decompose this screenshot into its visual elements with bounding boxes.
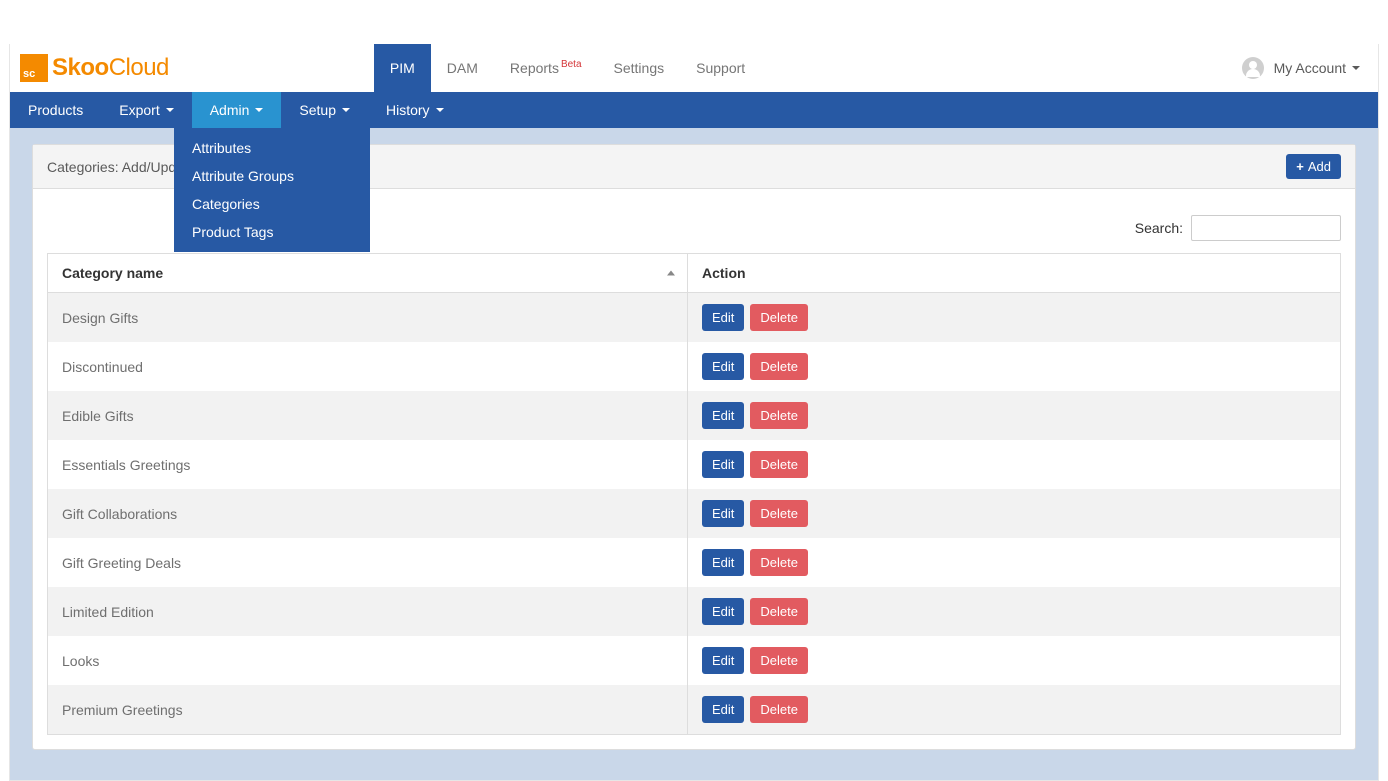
table-row: DiscontinuedEditDelete [48,342,1341,391]
table-row: Essentials GreetingsEditDelete [48,440,1341,489]
account-label: My Account [1274,60,1346,76]
subnav-products[interactable]: Products [10,92,101,128]
chevron-down-icon [436,108,444,112]
admin-menu-product-tags[interactable]: Product Tags [174,218,370,246]
edit-button[interactable]: Edit [702,696,744,723]
top-tab-pim[interactable]: PIM [374,44,431,92]
edit-button[interactable]: Edit [702,451,744,478]
col-action: Action [688,254,1341,293]
edit-button[interactable]: Edit [702,549,744,576]
delete-button[interactable]: Delete [750,304,808,331]
top-nav: sc SkooCloud PIMDAMReportsBetaSettingsSu… [10,44,1378,92]
brand-logo: sc [20,54,48,82]
delete-button[interactable]: Delete [750,647,808,674]
edit-button[interactable]: Edit [702,402,744,429]
subnav-admin[interactable]: Admin [192,92,282,128]
edit-button[interactable]: Edit [702,304,744,331]
chevron-down-icon [342,108,350,112]
beta-badge: Beta [561,59,582,70]
category-name-cell: Design Gifts [48,293,688,343]
action-cell: EditDelete [688,587,1341,636]
edit-button[interactable]: Edit [702,598,744,625]
chevron-down-icon [255,108,263,112]
col-category-name[interactable]: Category name [48,254,688,293]
delete-button[interactable]: Delete [750,402,808,429]
table-row: Limited EditionEditDelete [48,587,1341,636]
subnav-setup[interactable]: Setup [281,92,368,128]
category-name-cell: Gift Collaborations [48,489,688,538]
search-label: Search: [1135,220,1183,236]
edit-button[interactable]: Edit [702,353,744,380]
plus-icon: + [1296,159,1304,174]
action-cell: EditDelete [688,685,1341,735]
account-menu[interactable]: My Account [1242,44,1378,92]
category-name-cell: Discontinued [48,342,688,391]
top-tab-dam[interactable]: DAM [431,44,494,92]
brand[interactable]: sc SkooCloud [10,44,169,92]
table-row: Premium GreetingsEditDelete [48,685,1341,735]
delete-button[interactable]: Delete [750,500,808,527]
action-cell: EditDelete [688,440,1341,489]
add-button[interactable]: +Add [1286,154,1341,179]
admin-menu-attributes[interactable]: Attributes [174,134,370,162]
delete-button[interactable]: Delete [750,451,808,478]
category-name-cell: Looks [48,636,688,685]
action-cell: EditDelete [688,636,1341,685]
table-row: Gift Greeting DealsEditDelete [48,538,1341,587]
delete-button[interactable]: Delete [750,696,808,723]
avatar-icon [1242,57,1264,79]
category-name-cell: Premium Greetings [48,685,688,735]
subnav-export[interactable]: Export [101,92,191,128]
table-row: Edible GiftsEditDelete [48,391,1341,440]
table-row: Design GiftsEditDelete [48,293,1341,343]
category-name-cell: Gift Greeting Deals [48,538,688,587]
delete-button[interactable]: Delete [750,598,808,625]
brand-name: SkooCloud [52,54,169,82]
table-row: LooksEditDelete [48,636,1341,685]
search-input[interactable] [1191,215,1341,241]
action-cell: EditDelete [688,391,1341,440]
action-cell: EditDelete [688,489,1341,538]
top-tab-settings[interactable]: Settings [598,44,681,92]
category-name-cell: Essentials Greetings [48,440,688,489]
delete-button[interactable]: Delete [750,549,808,576]
top-tab-reports[interactable]: ReportsBeta [494,44,598,92]
category-name-cell: Edible Gifts [48,391,688,440]
admin-menu-attribute-groups[interactable]: Attribute Groups [174,162,370,190]
admin-menu-categories[interactable]: Categories [174,190,370,218]
sub-nav: ProductsExportAdminSetupHistory [10,92,1378,128]
edit-button[interactable]: Edit [702,500,744,527]
subnav-history[interactable]: History [368,92,462,128]
categories-table: Category name Action Design GiftsEditDel… [47,253,1341,735]
chevron-down-icon [1352,66,1360,70]
chevron-down-icon [166,108,174,112]
edit-button[interactable]: Edit [702,647,744,674]
top-tab-support[interactable]: Support [680,44,761,92]
admin-dropdown: AttributesAttribute GroupsCategoriesProd… [174,128,370,252]
action-cell: EditDelete [688,538,1341,587]
delete-button[interactable]: Delete [750,353,808,380]
table-row: Gift CollaborationsEditDelete [48,489,1341,538]
action-cell: EditDelete [688,293,1341,343]
category-name-cell: Limited Edition [48,587,688,636]
action-cell: EditDelete [688,342,1341,391]
